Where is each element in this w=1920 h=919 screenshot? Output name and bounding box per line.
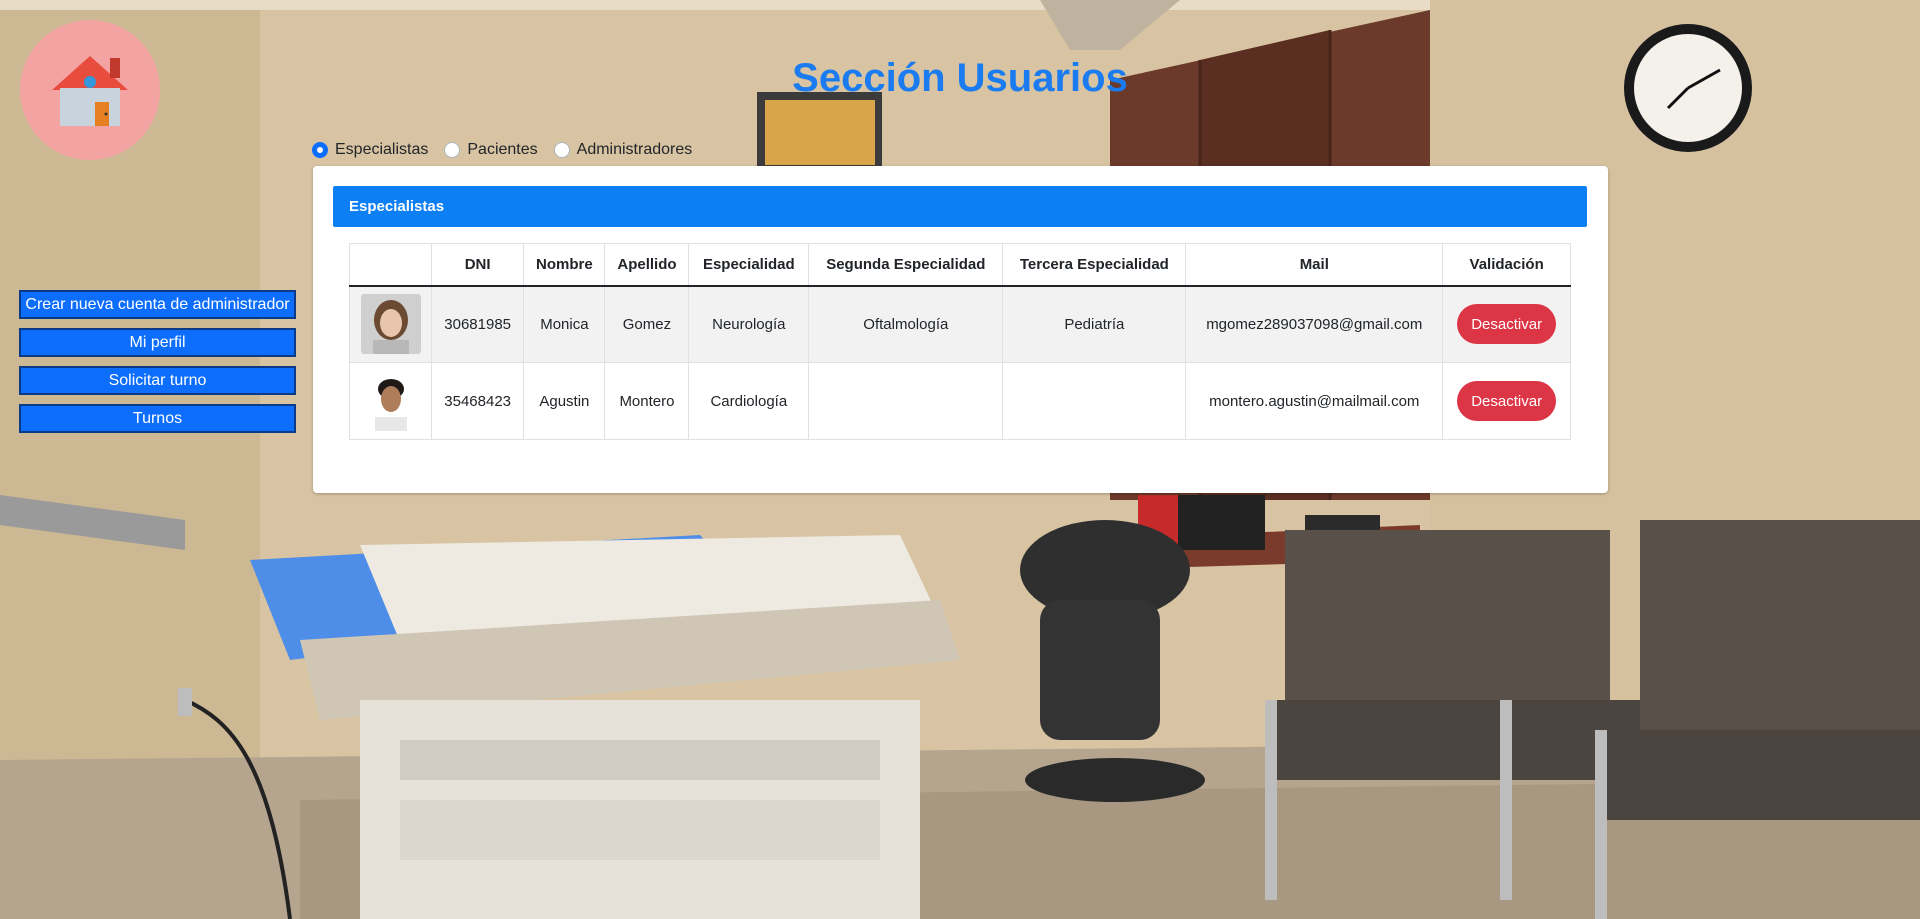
nombre-cell: Monica: [523, 285, 606, 363]
column-header-mail: Mail: [1185, 243, 1444, 287]
apellido-cell: Gomez: [604, 285, 690, 363]
card-header: Especialistas: [333, 186, 1587, 227]
users-table: DNI Nombre Apellido Especialidad Segunda…: [349, 243, 1571, 440]
table-row: 30681985 Monica Gomez Neurología Oftalmo…: [349, 285, 1571, 363]
page-title-text: Sección Usuarios: [792, 56, 1128, 100]
radio-label: Administradores: [576, 141, 693, 158]
users-card: Especialistas DNI Nombre Apellido Especi…: [313, 166, 1608, 493]
radio-button[interactable]: [444, 142, 461, 158]
especialidad-cell: Neurología: [688, 285, 810, 363]
radio-administradores[interactable]: Administradores: [553, 141, 693, 159]
radio-button[interactable]: [553, 142, 570, 158]
column-header-tercera-especialidad: Tercera Especialidad: [1002, 243, 1187, 287]
radio-label: Pacientes: [467, 141, 538, 158]
photo-cell: [349, 285, 432, 363]
validation-cell: Desactivar: [1442, 362, 1571, 440]
dni-cell: 35468423: [430, 362, 525, 440]
segunda-especialidad-cell: [808, 362, 1004, 440]
column-header-segunda-especialidad: Segunda Especialidad: [808, 243, 1004, 287]
mail-cell: montero.agustin@mailmail.com: [1185, 362, 1444, 440]
column-header-nombre: Nombre: [523, 243, 606, 287]
deactivate-button[interactable]: Desactivar: [1457, 304, 1557, 345]
nombre-cell: Agustin: [523, 362, 606, 440]
table-header-row: DNI Nombre Apellido Especialidad Segunda…: [349, 243, 1571, 287]
column-header-apellido: Apellido: [604, 243, 690, 287]
especialidad-cell: Cardiología: [688, 362, 810, 440]
deactivate-button[interactable]: Desactivar: [1457, 381, 1557, 421]
page-title: Sección Usuarios: [0, 56, 1920, 101]
create-admin-account-button[interactable]: Crear nueva cuenta de administrador: [19, 290, 296, 319]
avatar: [360, 371, 421, 431]
side-menu: Crear nueva cuenta de administrador Mi p…: [19, 290, 296, 442]
dni-cell: 30681985: [430, 285, 525, 363]
column-header-photo: [349, 243, 432, 287]
photo-cell: [349, 362, 432, 440]
tercera-especialidad-cell: Pediatría: [1002, 285, 1187, 363]
radio-label: Especialistas: [335, 141, 429, 158]
column-header-dni: DNI: [430, 243, 525, 287]
column-header-validacion: Validación: [1442, 243, 1571, 287]
tercera-especialidad-cell: [1002, 362, 1187, 440]
column-header-especialidad: Especialidad: [688, 243, 810, 287]
radio-pacientes[interactable]: Pacientes: [444, 141, 538, 159]
avatar: [360, 294, 421, 355]
user-type-filter: Especialistas Pacientes Administradores: [312, 141, 708, 159]
table-row: 35468423 Agustin Montero Cardiología mon…: [349, 362, 1571, 440]
my-profile-button[interactable]: Mi perfil: [19, 328, 296, 357]
segunda-especialidad-cell: Oftalmología: [808, 285, 1004, 363]
validation-cell: Desactivar: [1442, 285, 1571, 363]
radio-especialistas[interactable]: Especialistas: [312, 141, 428, 159]
appointments-button[interactable]: Turnos: [19, 404, 296, 433]
mail-cell: mgomez289037098@gmail.com: [1185, 285, 1444, 363]
radio-button[interactable]: [312, 142, 328, 158]
apellido-cell: Montero: [604, 362, 690, 440]
request-appointment-button[interactable]: Solicitar turno: [19, 366, 296, 395]
